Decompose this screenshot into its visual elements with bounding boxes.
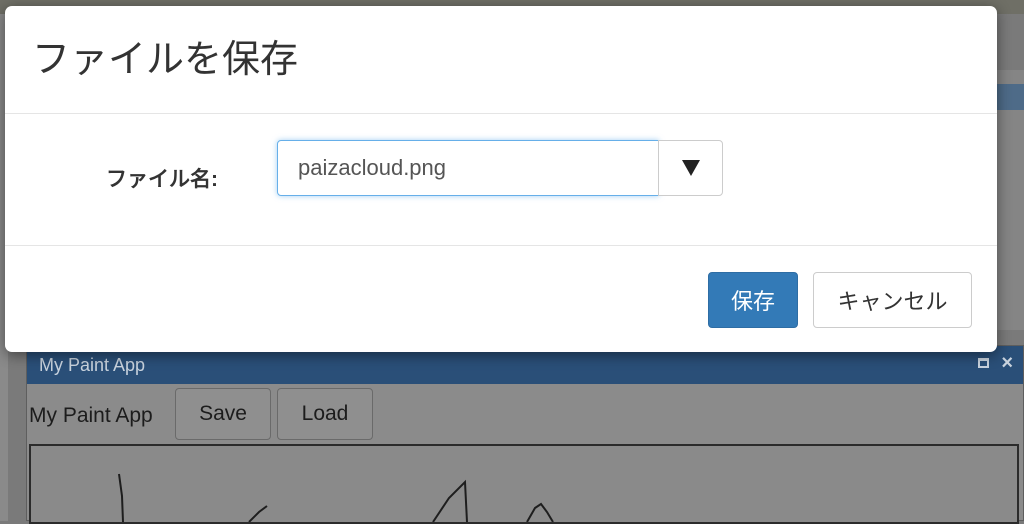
paint-canvas[interactable] xyxy=(29,444,1019,524)
dialog-title: ファイルを保存 xyxy=(32,39,299,81)
dialog-header: ファイルを保存 xyxy=(5,6,997,114)
paint-save-button[interactable]: Save xyxy=(175,388,271,440)
close-icon[interactable]: × xyxy=(1001,353,1013,373)
dialog-body: ファイル名: xyxy=(5,114,997,246)
paint-toolbar: My Paint App Save Load xyxy=(27,386,1023,444)
stroke-2 xyxy=(248,505,268,522)
background-right-panel-header xyxy=(996,84,1024,110)
triangle-down-icon xyxy=(681,160,700,176)
save-button[interactable]: 保存 xyxy=(708,272,798,328)
cancel-button[interactable]: キャンセル xyxy=(813,272,972,328)
paint-app-label: My Paint App xyxy=(29,404,153,427)
paint-window-title: My Paint App xyxy=(39,355,146,375)
stroke-1 xyxy=(118,473,124,522)
dialog-footer: 保存 キャンセル xyxy=(5,246,997,352)
filename-input[interactable] xyxy=(277,140,659,196)
save-file-dialog: ファイルを保存 ファイル名: 保存 キャンセル xyxy=(5,6,997,352)
maximize-icon[interactable] xyxy=(978,358,990,368)
stroke-4 xyxy=(526,502,554,522)
canvas-drawing xyxy=(118,473,554,522)
paint-app-window: My Paint App × My Paint App Save Load xyxy=(26,345,1024,524)
background-right-panel xyxy=(996,70,1024,330)
filename-label: ファイル名: xyxy=(106,168,218,191)
filename-dropdown-button[interactable] xyxy=(658,140,723,196)
paint-load-button[interactable]: Load xyxy=(277,388,373,440)
stroke-3 xyxy=(432,479,468,522)
paint-window-controls: × xyxy=(978,353,1013,373)
